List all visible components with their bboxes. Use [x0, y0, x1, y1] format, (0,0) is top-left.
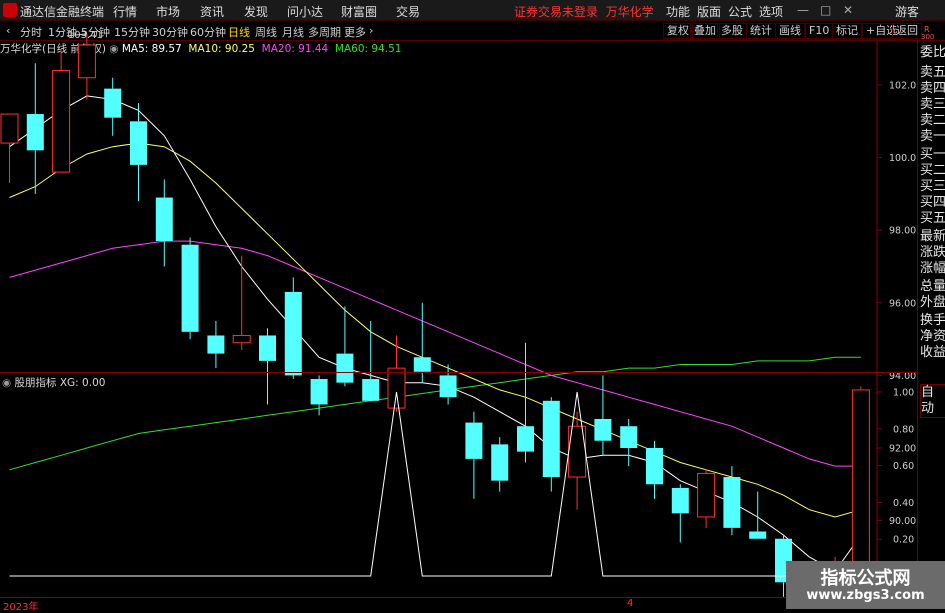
candle-body — [310, 379, 328, 405]
rp-turnover[interactable]: 换手 — [920, 313, 945, 329]
candle-body — [465, 422, 483, 459]
price-tick-label: 100.0 — [889, 153, 916, 164]
rp-auto-button[interactable]: 自动 — [920, 384, 945, 418]
price-tick-label: 90.00 — [889, 516, 916, 527]
date-mid-label: 4 — [627, 598, 634, 609]
candle-body — [259, 335, 276, 361]
watermark: 指标公式网 www.zbgs3.com — [786, 561, 945, 609]
candle-body — [671, 487, 689, 514]
rp-buy2[interactable]: 买二 — [920, 163, 945, 179]
candle-body — [413, 357, 431, 372]
rp-buy4[interactable]: 买四 — [920, 195, 945, 211]
ind-tick-label: 0.80 — [893, 424, 914, 435]
rp-change[interactable]: 涨跌 — [920, 245, 945, 261]
indicator-title: 股朋指标 — [14, 377, 57, 389]
rp-sell2[interactable]: 卖二 — [920, 113, 945, 129]
candle-body — [851, 389, 870, 572]
rp-latest[interactable]: 最新 — [920, 229, 945, 245]
candle-body — [697, 472, 716, 518]
date-axis: 2023年 4 — [0, 597, 917, 613]
xg-value-label: XG: 0.00 — [59, 377, 106, 389]
candle-body — [723, 477, 741, 528]
rp-sell4[interactable]: 卖四 — [920, 81, 945, 97]
rp-buy1[interactable]: 买一 — [920, 147, 945, 163]
candle-body — [0, 113, 19, 144]
ma10-line — [9, 142, 862, 518]
indicator-info-bar: ◉ 股朋指标 XG: 0.00 — [2, 375, 105, 390]
price-tick-label: 92.00 — [889, 444, 916, 455]
candle-body — [181, 244, 199, 332]
candle-body — [542, 400, 560, 478]
ind-tick-label: 0.20 — [893, 535, 914, 546]
candle-body — [362, 379, 380, 401]
rp-top-sub: 300 — [921, 33, 935, 41]
price-tick-label: 96.00 — [889, 298, 916, 309]
rp-net-assets[interactable]: 净资 — [920, 329, 945, 345]
ind-tick-label: 1.00 — [893, 388, 914, 399]
high-price-label: 103.41 — [68, 30, 103, 41]
candle-body — [232, 334, 251, 344]
ind-tick-label: 0.40 — [893, 498, 914, 509]
candle-body — [491, 444, 509, 481]
rp-outer[interactable]: 外盘 — [920, 295, 945, 311]
ma60-line — [9, 356, 861, 471]
rp-volume[interactable]: 总量 — [920, 279, 945, 295]
candle-body — [620, 426, 638, 448]
rp-sell3[interactable]: 卖三 — [920, 97, 945, 113]
watermark-line1: 指标公式网 — [820, 568, 911, 589]
rp-buy3[interactable]: 买三 — [920, 179, 945, 195]
rp-buy5[interactable]: 买五 — [920, 211, 945, 227]
watermark-line2: www.zbgs3.com — [806, 588, 925, 603]
candle-body — [749, 531, 767, 539]
candle-body — [155, 197, 173, 242]
rp-sell1[interactable]: 卖一 — [920, 129, 945, 145]
rp-earnings[interactable]: 收益 — [920, 345, 945, 361]
price-tick-label: 98.00 — [889, 226, 916, 237]
candle-body — [594, 418, 612, 441]
candle-body — [646, 448, 663, 485]
candle-body — [336, 353, 354, 383]
ma20-line — [9, 240, 861, 467]
indicator-settings-icon[interactable]: ◉ — [2, 377, 15, 389]
candle-body — [130, 121, 147, 165]
price-tick-label: 102.0 — [889, 81, 916, 92]
candle-body — [26, 114, 44, 151]
candle-body — [284, 291, 302, 376]
candle-body — [207, 335, 225, 354]
price-chart[interactable]: 102.0100.098.0096.0094.0092.0090.0088.00… — [0, 0, 917, 597]
ind-tick-label: 0.60 — [893, 461, 914, 472]
candle-body — [104, 88, 122, 118]
quote-side-panel: R 300 委比 卖五 卖四 卖三 卖二 卖一 买一 买二 买三 买四 买五 最… — [917, 25, 945, 609]
candle-body — [517, 426, 534, 452]
rp-change-pct[interactable]: 涨幅 — [920, 261, 945, 277]
candle-body — [439, 375, 457, 398]
panel-divider[interactable] — [0, 372, 917, 373]
candle-body — [387, 367, 406, 409]
rp-weibi[interactable]: 委比 — [920, 45, 945, 61]
date-start-label: 2023年 — [3, 602, 39, 613]
candle-body — [77, 44, 96, 79]
candle-body — [52, 69, 71, 173]
rp-sell5[interactable]: 卖五 — [920, 65, 945, 81]
